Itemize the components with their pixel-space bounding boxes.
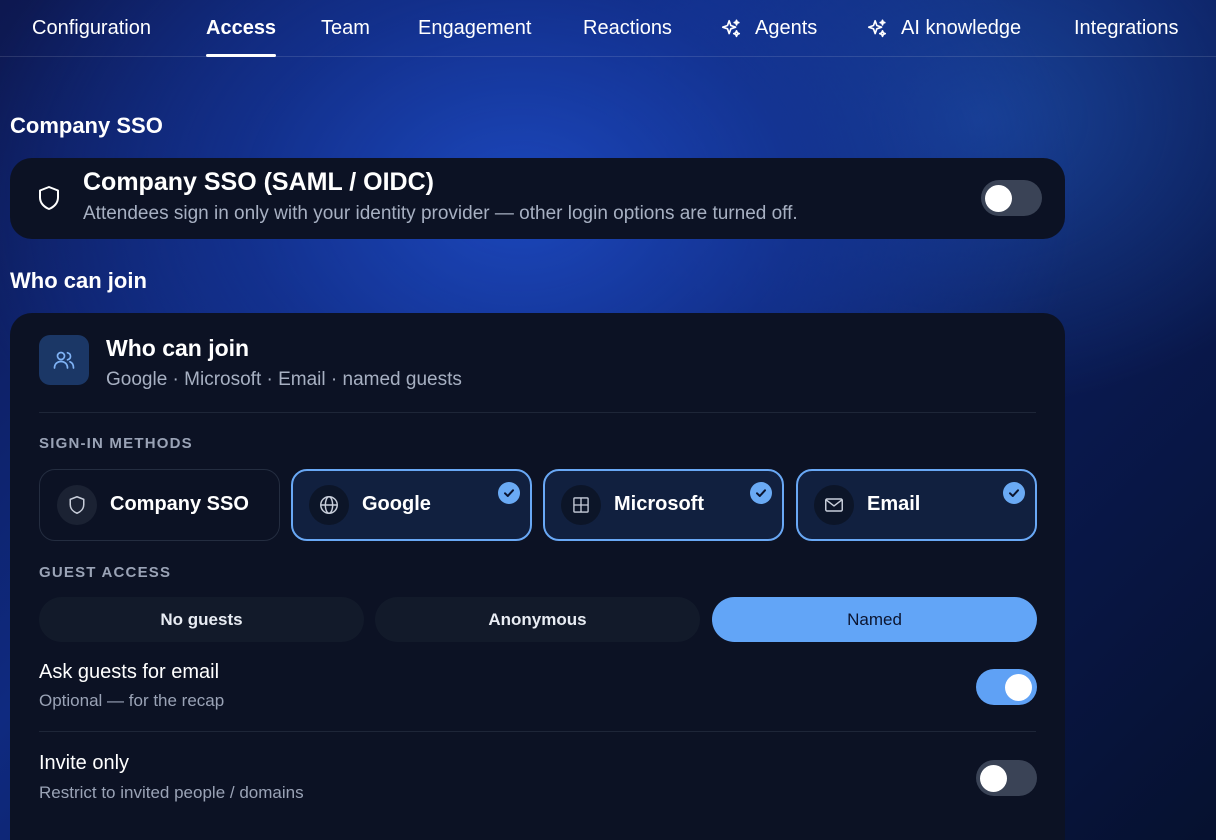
shield-icon [57,485,97,525]
invite-only-toggle[interactable] [976,760,1037,796]
guest-access-label: GUEST ACCESS [39,564,172,581]
globe-icon [309,485,349,525]
tab-engagement[interactable]: Engagement [418,0,531,57]
method-company-sso[interactable]: Company SSO [39,469,280,541]
who-can-join-title: Who can join [106,335,250,361]
tab-label: Agents [755,17,818,39]
company-sso-description: Attendees sign in only with your identit… [83,203,798,224]
check-icon [750,482,772,504]
method-label: Email [867,493,921,515]
guest-option-no-guests[interactable]: No guests [39,597,364,642]
ask-email-subtitle: Optional — for the recap [39,691,225,710]
divider [39,731,1036,732]
divider [39,412,1036,413]
method-label: Company SSO [110,493,249,515]
guest-option-anonymous[interactable]: Anonymous [375,597,700,642]
tab-configuration[interactable]: Configuration [32,0,151,57]
method-google[interactable]: Google [291,469,532,541]
section-heading-company-sso: Company SSO [10,113,163,138]
tab-label: Integrations [1074,17,1179,39]
method-microsoft[interactable]: Microsoft [543,469,784,541]
tab-label: Reactions [583,17,672,39]
tab-agents[interactable]: Agents [720,0,817,57]
users-icon-box [39,335,89,385]
shield-icon [37,185,61,211]
ask-email-toggle[interactable] [976,669,1037,705]
tab-ai-knowledge[interactable]: AI knowledge [866,0,1021,57]
tab-label: Team [321,17,370,39]
toggle-knob [1005,674,1032,701]
users-icon [52,348,76,372]
mail-icon [814,485,854,525]
toggle-knob [985,185,1012,212]
company-sso-title: Company SSO (SAML / OIDC) [83,168,434,196]
toggle-knob [980,765,1007,792]
method-label: Google [362,493,431,515]
invite-only-subtitle: Restrict to invited people / domains [39,783,304,802]
tab-label: AI knowledge [901,17,1022,39]
sparkles-icon [720,18,742,40]
company-sso-toggle[interactable] [981,180,1042,216]
who-can-join-summary: Google · Microsoft · Email · named guest… [106,369,462,390]
windows-icon [561,485,601,525]
check-icon [1003,482,1025,504]
tab-label: Access [206,17,277,39]
top-nav: Configuration Access Team Engagement Rea… [0,0,1216,57]
sparkles-icon [866,18,888,40]
tab-reactions[interactable]: Reactions [583,0,672,57]
check-icon [498,482,520,504]
sign-in-methods-label: SIGN-IN METHODS [39,435,193,452]
who-can-join-card: Who can join Google · Microsoft · Email … [10,313,1065,840]
tab-label: Configuration [32,17,151,39]
invite-only-title: Invite only [39,752,130,774]
ask-email-title: Ask guests for email [39,661,220,683]
guest-option-named[interactable]: Named [712,597,1037,642]
method-email[interactable]: Email [796,469,1037,541]
tab-label: Engagement [418,17,532,39]
section-heading-who-can-join: Who can join [10,268,147,293]
company-sso-card: Company SSO (SAML / OIDC) Attendees sign… [10,158,1065,239]
tab-access[interactable]: Access [206,0,277,57]
tab-team[interactable]: Team [321,0,370,57]
tab-integrations[interactable]: Integrations [1074,0,1179,57]
method-label: Microsoft [614,493,704,515]
